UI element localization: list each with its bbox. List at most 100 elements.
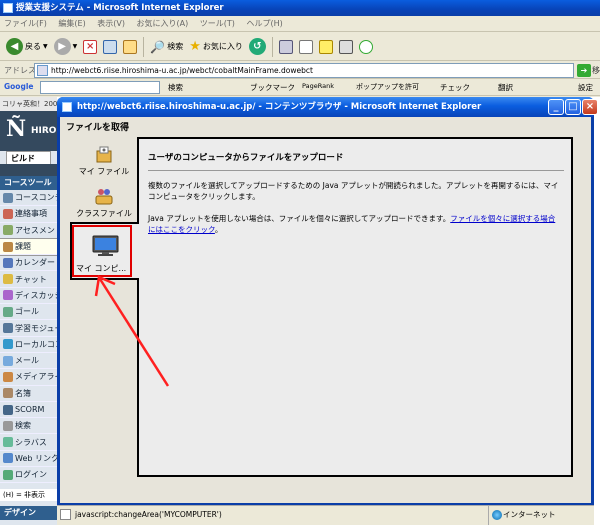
favorites-button[interactable]: ★ お気に入り bbox=[189, 39, 243, 54]
sidebar-item-chat[interactable]: チャット bbox=[0, 271, 57, 288]
menu-help[interactable]: ヘルプ(H) bbox=[246, 19, 282, 28]
sidebar-item-assessments[interactable]: アセスメント bbox=[0, 223, 57, 239]
media-icon bbox=[3, 371, 13, 382]
my-computer-label[interactable]: マイ コンピ... bbox=[76, 263, 126, 274]
google-popup-allow[interactable]: ポップアップを許可 bbox=[356, 82, 419, 92]
sidebar-item-learning-modules[interactable]: 学習モジュール bbox=[0, 320, 57, 337]
my-files-icon bbox=[96, 146, 112, 163]
course-tools-sidebar: コースツール コースコンテンツ 連絡事項 アセスメント 課題 カレンダー チャッ… bbox=[0, 176, 58, 484]
sidebar-item-roster[interactable]: 名簿 bbox=[0, 386, 57, 402]
nav-class-files[interactable]: クラスファイル bbox=[70, 186, 138, 219]
sidebar-item-web-links[interactable]: Web リンク bbox=[0, 451, 57, 468]
page-status-icon bbox=[60, 509, 71, 520]
menu-edit[interactable]: 編集(E) bbox=[58, 19, 85, 28]
menu-tools[interactable]: ツール(T) bbox=[200, 19, 235, 28]
stop-icon[interactable]: × bbox=[83, 39, 98, 54]
google-pagerank: PageRank bbox=[302, 82, 334, 90]
go-label: 移 bbox=[592, 66, 600, 75]
sidebar-item-local-content[interactable]: ローカルコンテンツ bbox=[0, 337, 57, 353]
history-icon[interactable]: ↺ bbox=[248, 38, 266, 55]
menu-view[interactable]: 表示(V) bbox=[97, 19, 125, 28]
design-section-header[interactable]: デザイン bbox=[0, 506, 57, 520]
address-bar: アドレス(D) http://webct6.riise.hiroshima-u.… bbox=[0, 62, 600, 79]
browser-title: 授業支援システム - Microsoft Internet Explorer bbox=[16, 3, 224, 13]
computer-monitor-icon[interactable] bbox=[91, 235, 120, 257]
print-icon[interactable] bbox=[298, 39, 313, 54]
go-button[interactable]: ➔ bbox=[577, 64, 591, 77]
sidebar-item-announcements[interactable]: 連絡事項 bbox=[0, 206, 57, 223]
assignment-icon bbox=[3, 241, 13, 252]
login-icon bbox=[3, 469, 13, 480]
search-button[interactable]: 🔎 検索 bbox=[150, 40, 183, 54]
google-check[interactable]: チェック bbox=[440, 82, 470, 93]
sidebar-item-scorm[interactable]: SCORM bbox=[0, 402, 57, 419]
ie-icon bbox=[62, 102, 72, 112]
background-strip: コリャ英和！2008 bbox=[0, 97, 57, 111]
ie-icon bbox=[3, 3, 13, 13]
sidebar-item-syllabus[interactable]: シラバス bbox=[0, 434, 57, 451]
sidebar-item-assignments[interactable]: 課題 bbox=[0, 237, 58, 257]
sidebar-item-search[interactable]: 検索 bbox=[0, 418, 57, 435]
sidebar-item-media-library[interactable]: メディアライブラリ bbox=[0, 369, 57, 386]
edit-icon[interactable] bbox=[318, 39, 333, 54]
discussion-icon bbox=[3, 290, 13, 301]
page-icon bbox=[37, 65, 48, 76]
search-icon: 🔎 bbox=[150, 39, 166, 54]
status-text: javascript:changeArea('MYCOMPUTER') bbox=[75, 510, 222, 519]
google-search-button[interactable]: 検索 bbox=[168, 82, 183, 93]
hidden-legend: (H) = 非表示 bbox=[0, 489, 57, 501]
google-logo: Google bbox=[4, 82, 34, 91]
globe-icon bbox=[492, 510, 502, 520]
sidebar-item-mail[interactable]: メール bbox=[0, 353, 57, 370]
nav-my-files[interactable]: マイ ファイル bbox=[70, 144, 138, 177]
calendar-icon bbox=[3, 257, 13, 268]
build-tab[interactable]: ビルド bbox=[6, 151, 51, 165]
background-header: Ñ HIRO bbox=[0, 111, 57, 151]
search-icon bbox=[3, 420, 13, 431]
sidebar-item-course-content[interactable]: コースコンテンツ bbox=[0, 190, 57, 207]
sidebar-item-calendar[interactable]: カレンダー bbox=[0, 255, 57, 272]
toolbar-separator bbox=[143, 36, 145, 57]
forward-button[interactable]: ▶ ▼ bbox=[53, 38, 77, 55]
hiroshima-logo-icon: Ñ bbox=[6, 116, 27, 142]
messenger-icon[interactable] bbox=[358, 39, 373, 54]
course-tools-header[interactable]: コースツール bbox=[0, 176, 57, 190]
sidebar-item-login[interactable]: ログイン bbox=[0, 467, 57, 484]
browser-toolbar: ◀ 戻る ▼ ▶ ▼ × 🔎 検索 ★ お気に入り ↺ bbox=[0, 33, 600, 61]
research-icon[interactable] bbox=[338, 39, 353, 54]
menu-favorites[interactable]: お気に入り(A) bbox=[137, 19, 189, 28]
local-content-icon bbox=[3, 339, 13, 350]
tab-bar bbox=[0, 164, 57, 176]
assessment-icon bbox=[3, 225, 13, 236]
chat-icon bbox=[3, 274, 13, 285]
forward-arrow-icon: ▶ bbox=[53, 38, 71, 55]
mail-icon bbox=[3, 355, 13, 366]
refresh-icon[interactable] bbox=[103, 39, 118, 54]
announcement-icon bbox=[3, 208, 13, 219]
sidebar-item-goals[interactable]: ゴール bbox=[0, 304, 57, 321]
goal-icon bbox=[3, 306, 13, 317]
back-button[interactable]: ◀ 戻る ▼ bbox=[6, 38, 48, 55]
module-icon bbox=[3, 323, 13, 334]
home-icon[interactable] bbox=[123, 39, 138, 54]
google-toolbar: Google 検索 ブックマーク PageRank ポップアップを許可 チェック… bbox=[0, 80, 600, 96]
class-files-icon bbox=[95, 189, 113, 205]
google-search-input[interactable] bbox=[40, 81, 160, 94]
maximize-button[interactable]: □ bbox=[565, 99, 581, 115]
google-bookmarks[interactable]: ブックマーク bbox=[250, 82, 295, 93]
address-input[interactable]: http://webct6.riise.hiroshima-u.ac.jp/we… bbox=[34, 63, 574, 78]
get-file-heading: ファイルを取得 bbox=[66, 123, 130, 133]
minimize-button[interactable]: _ bbox=[548, 99, 564, 115]
sidebar-item-discussions[interactable]: ディスカッション bbox=[0, 288, 57, 305]
roster-icon bbox=[3, 388, 13, 399]
link-icon bbox=[3, 453, 13, 464]
close-button[interactable]: × bbox=[582, 99, 598, 115]
background-logo-text: HIRO bbox=[31, 126, 57, 136]
menu-bar: ファイル(F) 編集(E) 表示(V) お気に入り(A) ツール(T) ヘルプ(… bbox=[0, 16, 600, 32]
popup-title: http://webct6.riise.hiroshima-u.ac.jp/ -… bbox=[77, 102, 482, 112]
google-settings[interactable]: 設定 bbox=[578, 82, 593, 93]
mail-icon[interactable] bbox=[278, 39, 293, 54]
menu-file[interactable]: ファイル(F) bbox=[4, 19, 47, 28]
folder-icon bbox=[3, 192, 13, 203]
google-translate[interactable]: 翻訳 bbox=[498, 82, 513, 93]
